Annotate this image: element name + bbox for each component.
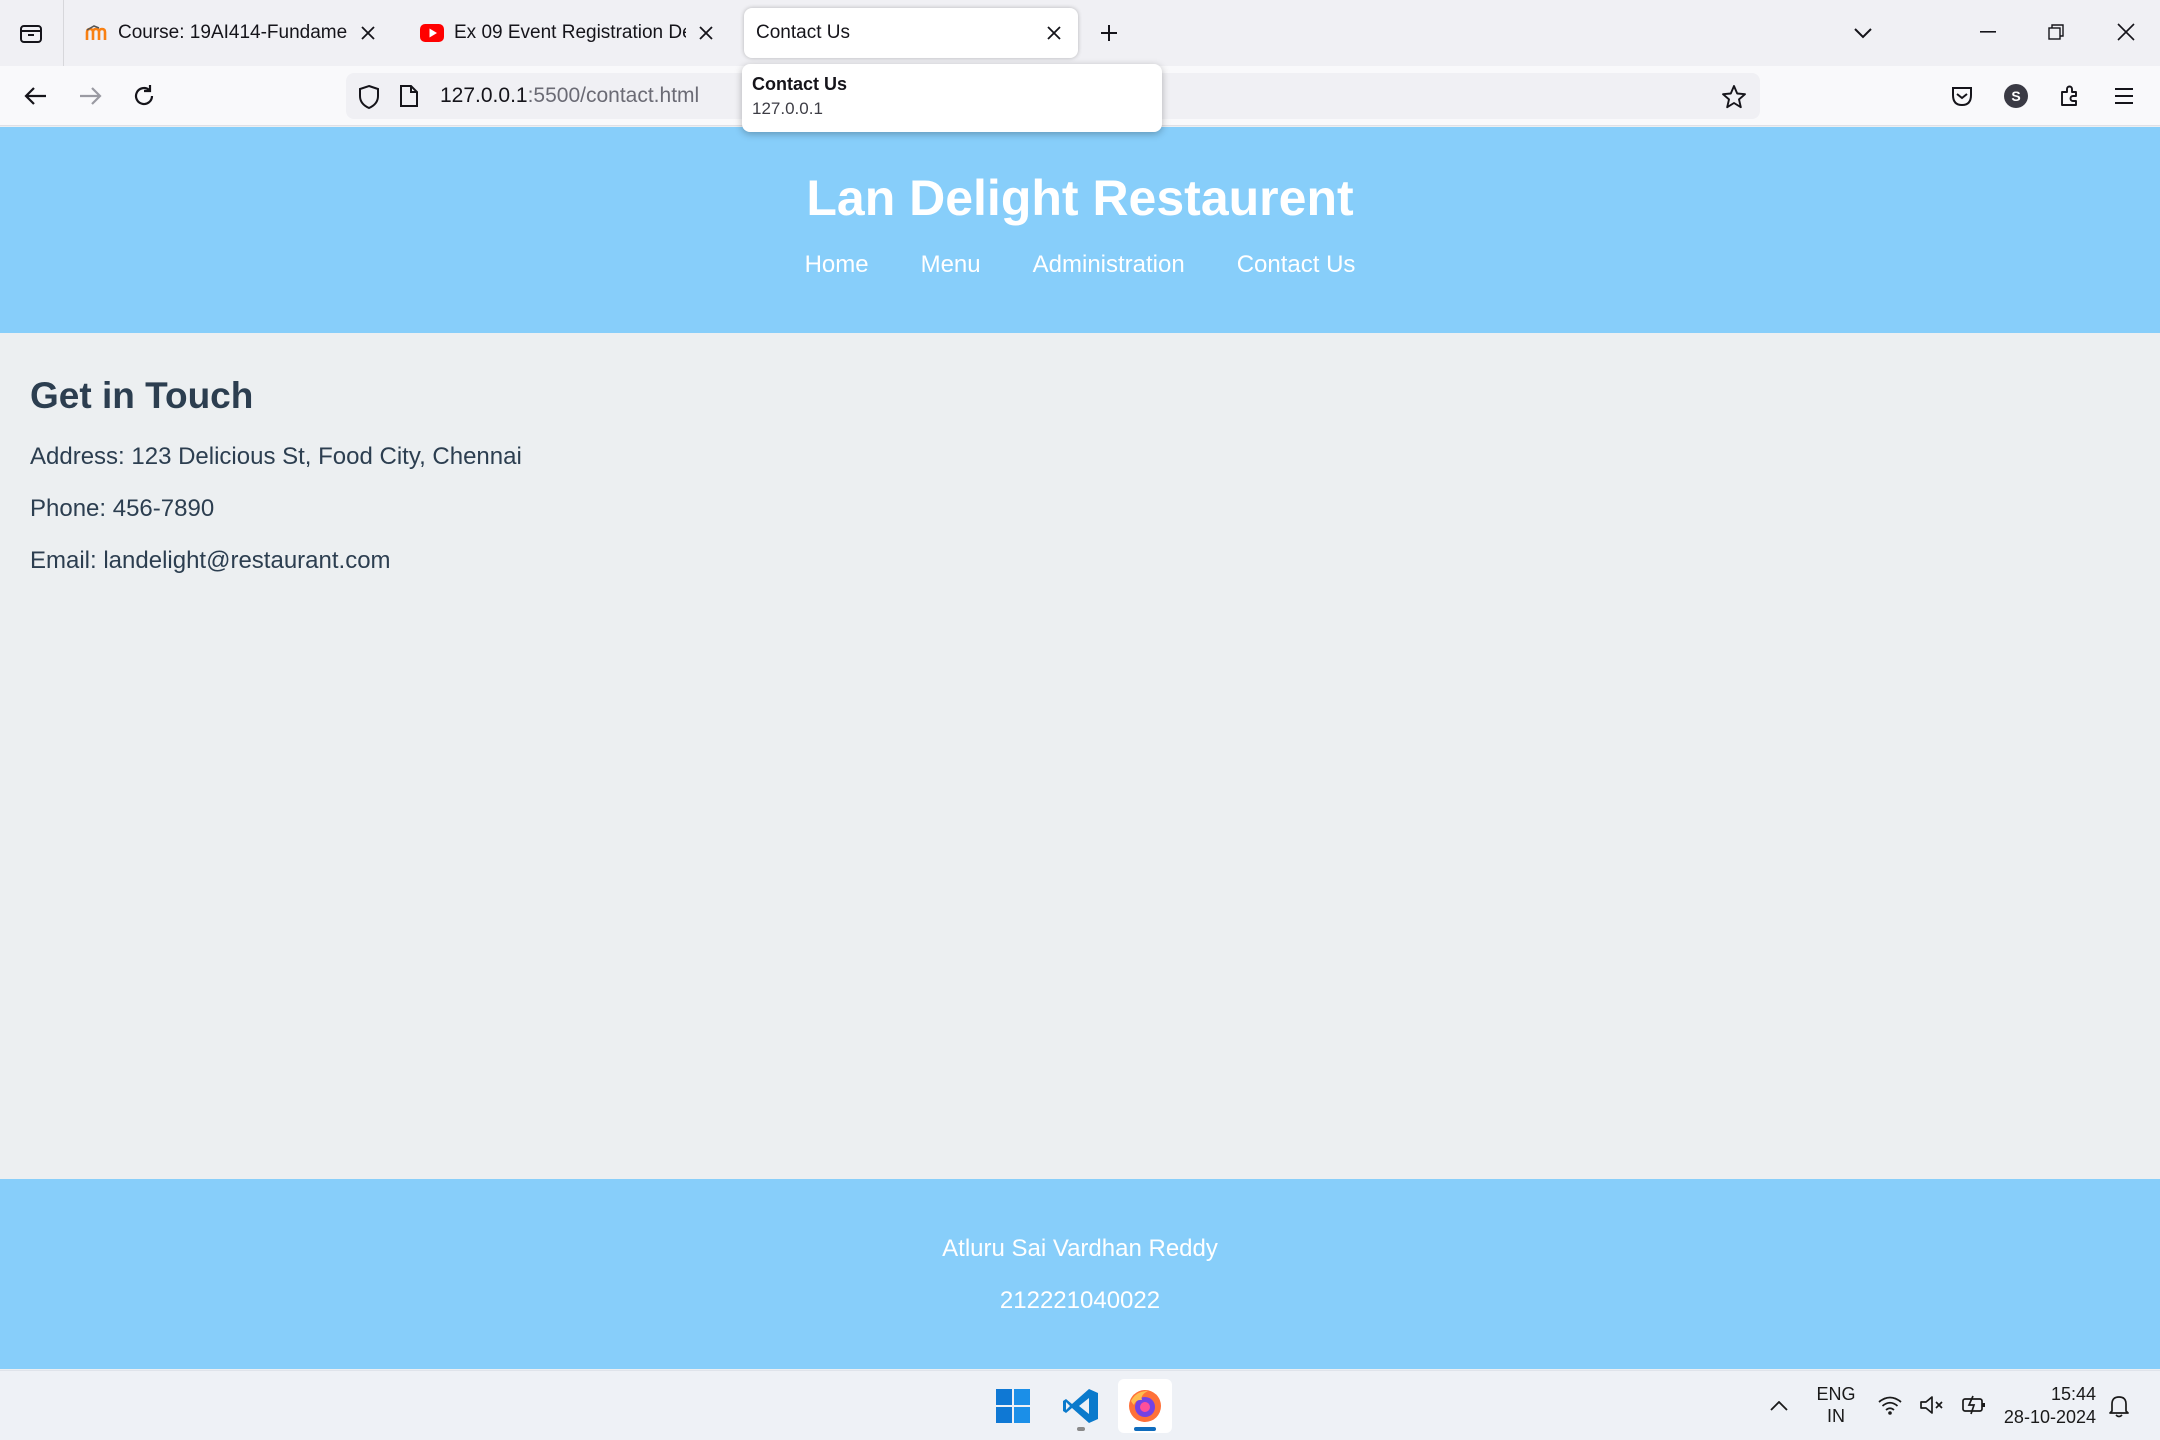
url-text[interactable]: 127.0.0.1:5500/contact.html bbox=[440, 84, 699, 108]
extensions-icon[interactable] bbox=[2054, 80, 2086, 112]
clock[interactable]: 15:44 28-10-2024 bbox=[1996, 1383, 2096, 1429]
notification-bell-icon[interactable] bbox=[2104, 1391, 2134, 1421]
windows-start-icon[interactable] bbox=[986, 1379, 1040, 1433]
chevron-down-icon[interactable] bbox=[1846, 16, 1880, 50]
tab-title: Course: 19AI414-Fundamentals bbox=[118, 22, 348, 43]
site-footer: Atluru Sai Vardhan Reddy 212221040022 bbox=[0, 1179, 2160, 1369]
firefox-icon[interactable] bbox=[1118, 1379, 1172, 1433]
tab-course[interactable]: Course: 19AI414-Fundamentals bbox=[72, 8, 392, 58]
nav-link-administration[interactable]: Administration bbox=[1033, 251, 1185, 279]
page-heading: Get in Touch bbox=[30, 375, 254, 416]
footer-author-name: Atluru Sai Vardhan Reddy bbox=[942, 1235, 1218, 1262]
tab-title: Ex 09 Event Registration Design bbox=[454, 22, 686, 43]
tab-tooltip: Contact Us 127.0.0.1 bbox=[742, 64, 1162, 132]
youtube-icon bbox=[420, 21, 444, 45]
contact-phone: Phone: 456-7890 bbox=[30, 495, 215, 522]
nav-link-contact-us[interactable]: Contact Us bbox=[1237, 251, 1356, 279]
pocket-icon[interactable] bbox=[1946, 80, 1978, 112]
taskbar: ENG IN 15:44 28-10-2024 bbox=[0, 1370, 2160, 1440]
tooltip-url: 127.0.0.1 bbox=[752, 99, 823, 118]
bookmark-star-icon[interactable] bbox=[1720, 83, 1748, 111]
moodle-icon bbox=[84, 21, 108, 45]
forward-arrow-icon[interactable] bbox=[70, 76, 110, 116]
tooltip-title: Contact Us bbox=[752, 74, 848, 94]
site-nav: Home Menu Administration Contact Us bbox=[0, 251, 2160, 279]
close-icon[interactable] bbox=[1042, 21, 1066, 45]
chevron-up-icon[interactable] bbox=[1764, 1391, 1794, 1421]
clock-date: 28-10-2024 bbox=[2003, 1407, 2096, 1427]
hamburger-menu-icon[interactable] bbox=[2108, 80, 2140, 112]
nav-link-menu[interactable]: Menu bbox=[921, 251, 981, 279]
wifi-icon[interactable] bbox=[1876, 1391, 1904, 1419]
language-indicator[interactable]: ENG IN bbox=[1810, 1383, 1862, 1427]
contact-email: Email: landelight@restaurant.com bbox=[30, 547, 391, 574]
contact-section: Get in Touch Address: 123 Delicious St, … bbox=[30, 375, 1230, 599]
app-active-indicator bbox=[1134, 1427, 1156, 1431]
tab-separator bbox=[63, 0, 64, 66]
system-tray bbox=[1876, 1391, 1988, 1419]
site-title: Lan Delight Restaurent bbox=[806, 170, 1354, 226]
account-avatar-icon[interactable]: S bbox=[2000, 80, 2032, 112]
window-close-icon[interactable] bbox=[2104, 12, 2148, 52]
shield-icon[interactable] bbox=[356, 84, 382, 110]
new-tab-icon[interactable] bbox=[1092, 16, 1126, 50]
tab-contact-us[interactable]: Contact Us bbox=[744, 8, 1078, 58]
minimize-icon[interactable] bbox=[1966, 12, 2010, 52]
contact-address: Address: 123 Delicious St, Food City, Ch… bbox=[30, 443, 522, 470]
clock-time: 15:44 bbox=[2050, 1384, 2096, 1404]
reload-icon[interactable] bbox=[124, 76, 164, 116]
app-running-indicator bbox=[1077, 1427, 1085, 1431]
volume-muted-icon[interactable] bbox=[1918, 1391, 1946, 1419]
footer-roll-number: 212221040022 bbox=[999, 1287, 1161, 1314]
close-icon[interactable] bbox=[356, 21, 380, 45]
tab-bar: Course: 19AI414-Fundamentals Ex 09 Event… bbox=[0, 0, 2160, 66]
region-code: IN bbox=[1827, 1406, 1845, 1426]
tab-title: Contact Us bbox=[756, 22, 850, 43]
tab-youtube[interactable]: Ex 09 Event Registration Design bbox=[408, 8, 730, 58]
restore-icon[interactable] bbox=[2034, 12, 2078, 52]
vscode-icon[interactable] bbox=[1054, 1379, 1108, 1433]
battery-charging-icon[interactable] bbox=[1960, 1391, 1988, 1419]
nav-link-home[interactable]: Home bbox=[805, 251, 869, 279]
language-code: ENG bbox=[1816, 1384, 1856, 1404]
avatar: S bbox=[2004, 84, 2028, 108]
close-icon[interactable] bbox=[694, 21, 718, 45]
back-arrow-icon[interactable] bbox=[16, 76, 56, 116]
tab-list-icon[interactable] bbox=[12, 14, 50, 52]
page-icon[interactable] bbox=[398, 84, 422, 108]
site-header: Lan Delight Restaurent Home Menu Adminis… bbox=[0, 127, 2160, 333]
